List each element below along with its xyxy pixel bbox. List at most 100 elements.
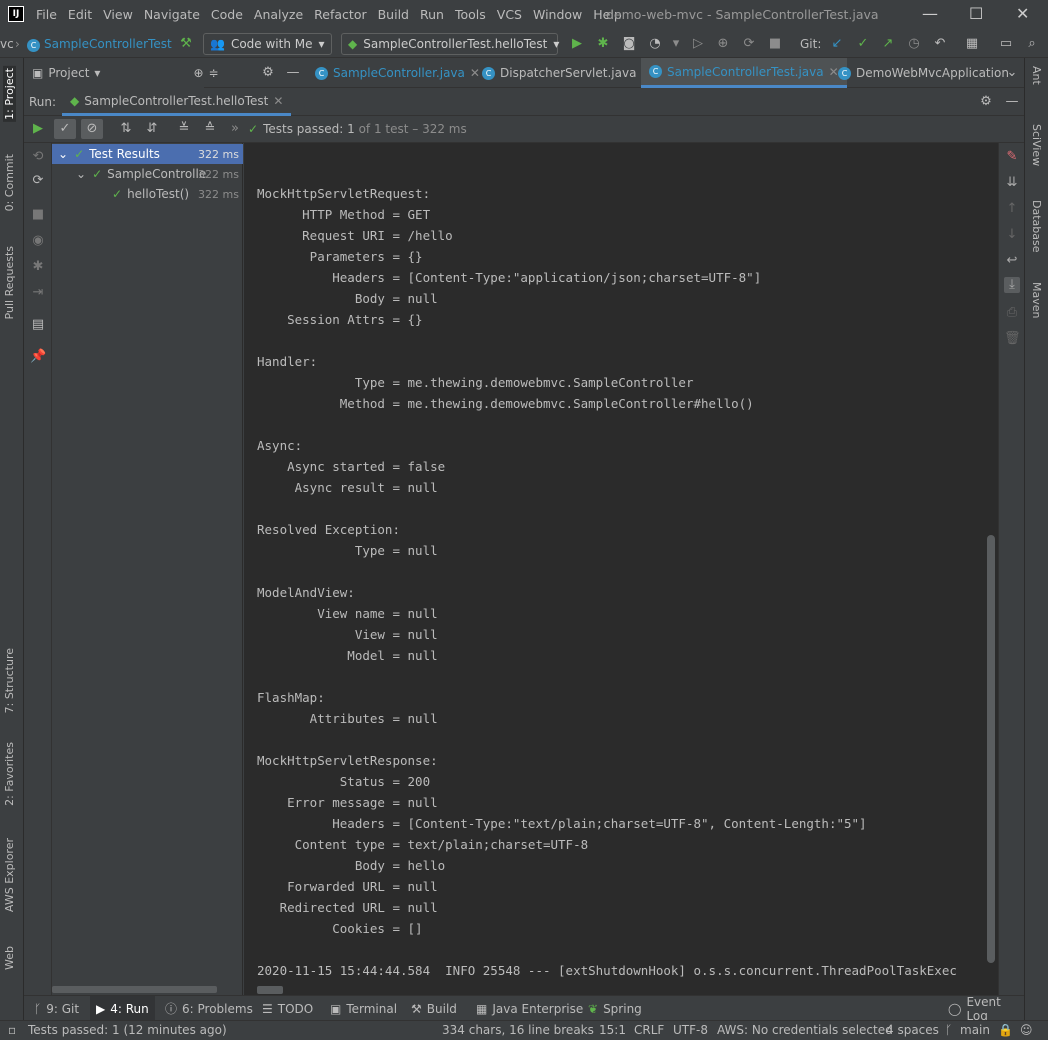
- rerun-icon[interactable]: ▶: [30, 121, 46, 137]
- chevron-down-icon[interactable]: ▾: [668, 36, 684, 52]
- menu-run[interactable]: Run: [420, 7, 444, 22]
- bottom-tab-spring[interactable]: ❦ Spring: [582, 996, 648, 1021]
- sort-alpha-icon[interactable]: ⇅: [118, 121, 134, 137]
- minimize-button[interactable]: —: [922, 4, 938, 23]
- git-update-icon[interactable]: ↙: [829, 36, 845, 52]
- menu-view[interactable]: View: [103, 7, 133, 22]
- tab-demowebmvcapplication[interactable]: C DemoWebMvcApplication: [830, 58, 1017, 88]
- scroll-down-icon[interactable]: ⇊: [1004, 175, 1020, 191]
- tool-tab-ant[interactable]: Ant: [1030, 66, 1043, 85]
- more-icon[interactable]: »: [227, 121, 243, 137]
- collapse-icon[interactable]: ≑: [209, 66, 219, 80]
- settings-gear-icon[interactable]: ⚙: [978, 94, 994, 110]
- tool-tab-aws-explorer[interactable]: AWS Explorer: [3, 838, 16, 912]
- git-commit-icon[interactable]: ✓: [855, 36, 871, 52]
- bottom-tab-problems[interactable]: ⓘ 6: Problems: [159, 996, 259, 1021]
- locate-icon[interactable]: ⊕: [193, 66, 203, 80]
- scroll-to-end-icon[interactable]: ⤓: [1004, 277, 1020, 293]
- git-history-icon[interactable]: ◷: [906, 36, 922, 52]
- tree-hscrollbar[interactable]: [52, 986, 217, 993]
- menu-refactor[interactable]: Refactor: [314, 7, 366, 22]
- toggle-auto-test-icon[interactable]: ⟳: [30, 173, 46, 189]
- tool-tab-sciview[interactable]: SciView: [1030, 124, 1043, 166]
- stop-icon[interactable]: ■: [30, 207, 46, 223]
- status-icon[interactable]: ▫: [8, 1023, 16, 1037]
- menu-code[interactable]: Code: [211, 7, 243, 22]
- rerun-failed-icon[interactable]: ⟲: [30, 149, 46, 165]
- bottom-tab-terminal[interactable]: ▣ Terminal: [324, 996, 403, 1021]
- tree-row-hellotest[interactable]: ✓ helloTest() 322 ms: [52, 184, 243, 204]
- git-push-icon[interactable]: ↗: [880, 36, 896, 52]
- status-aws[interactable]: AWS: No credentials selected: [717, 1023, 893, 1037]
- status-message[interactable]: Tests passed: 1 (12 minutes ago): [28, 1023, 227, 1037]
- print-icon[interactable]: ⎙: [1004, 305, 1020, 321]
- exit-icon[interactable]: ⇥: [30, 285, 46, 301]
- tool-tab-structure[interactable]: 7: Structure: [3, 648, 16, 713]
- collapse-all-icon[interactable]: ≙: [202, 121, 218, 137]
- menu-navigate[interactable]: Navigate: [144, 7, 200, 22]
- code-with-me-button[interactable]: 👥 Code with Me ▾: [203, 33, 332, 55]
- git-rollback-icon[interactable]: ↶: [932, 36, 948, 52]
- tabs-chevron-down-icon[interactable]: ⌄: [1004, 65, 1020, 81]
- console-vscrollbar[interactable]: [987, 535, 995, 963]
- tool-tab-web[interactable]: Web: [3, 946, 16, 970]
- soft-wrap-icon[interactable]: ↩: [1004, 253, 1020, 269]
- bottom-tab-event-log[interactable]: ◯ Event Log: [942, 995, 1024, 1023]
- up-arrow-icon[interactable]: ↑: [1004, 201, 1020, 217]
- close-window-button[interactable]: ✕: [1016, 4, 1029, 23]
- show-ignored-icon[interactable]: ⊘: [81, 119, 103, 139]
- tree-row-test-results[interactable]: ⌄ ✓ Test Results 322 ms: [52, 144, 243, 164]
- settings-gear-icon[interactable]: ⚙: [260, 65, 276, 81]
- sort-duration-icon[interactable]: ⇵: [144, 121, 160, 137]
- project-panel-header[interactable]: ▣ Project ▾ ⊕ ≑: [24, 58, 219, 88]
- presentation-icon[interactable]: ▭: [998, 36, 1014, 52]
- run-icon[interactable]: ▶: [569, 36, 585, 52]
- tool-tab-database[interactable]: Database: [1030, 200, 1043, 253]
- camera-icon[interactable]: ◉: [30, 233, 46, 249]
- menu-window[interactable]: Window: [533, 7, 582, 22]
- tool-tab-project[interactable]: 1: Project: [3, 66, 16, 122]
- tool-tab-maven[interactable]: Maven: [1030, 282, 1043, 318]
- update-icon[interactable]: ⟳: [741, 36, 757, 52]
- console-output[interactable]: MockHttpServletRequest: HTTP Method = GE…: [244, 143, 998, 995]
- console-hscrollbar[interactable]: [257, 986, 283, 994]
- debug-icon[interactable]: ✱: [595, 36, 611, 52]
- menu-vcs[interactable]: VCS: [497, 7, 522, 22]
- coverage-icon[interactable]: ◙: [621, 36, 637, 52]
- status-line-separator[interactable]: CRLF: [634, 1023, 664, 1037]
- tree-row-samplecontroller[interactable]: ⌄ ✓ SampleControlle 322 ms: [52, 164, 243, 184]
- attach-icon[interactable]: ⊕: [715, 36, 731, 52]
- show-passed-icon[interactable]: ✓: [54, 119, 76, 139]
- status-branch[interactable]: main: [960, 1023, 990, 1037]
- clear-pencil-icon[interactable]: ✎: [1004, 149, 1020, 165]
- bottom-tab-java-enterprise[interactable]: ▦ Java Enterprise: [470, 996, 589, 1021]
- bottom-tab-run[interactable]: ▶ 4: Run: [90, 996, 155, 1021]
- search-icon[interactable]: ⌕: [1024, 36, 1040, 52]
- tool-tab-favorites[interactable]: 2: Favorites: [3, 742, 16, 806]
- status-position[interactable]: 15:1: [599, 1023, 626, 1037]
- breadcrumb-class[interactable]: SampleControllerTest: [44, 37, 172, 51]
- tab-samplecontroller[interactable]: C SampleController.java ✕: [307, 58, 488, 88]
- tab-dispatcherservlet[interactable]: C DispatcherServlet.java ✕: [474, 58, 660, 88]
- status-indent[interactable]: 4 spaces: [886, 1023, 939, 1037]
- menu-file[interactable]: File: [36, 7, 57, 22]
- close-tab-icon[interactable]: ✕: [273, 94, 283, 108]
- menu-analyze[interactable]: Analyze: [254, 7, 303, 22]
- hector-icon[interactable]: ☺: [1020, 1023, 1033, 1037]
- tab-samplecontrollertest[interactable]: C SampleControllerTest.java ✕: [641, 58, 847, 88]
- build-hammer-icon[interactable]: ⚒: [178, 36, 194, 52]
- hide-icon[interactable]: —: [1004, 94, 1020, 110]
- bottom-tab-build[interactable]: ⚒ Build: [405, 996, 463, 1021]
- resume-icon[interactable]: ▷: [690, 36, 706, 52]
- run-tab[interactable]: ◆ SampleControllerTest.helloTest ✕: [62, 88, 292, 116]
- status-encoding[interactable]: UTF-8: [673, 1023, 708, 1037]
- bottom-tab-git[interactable]: ᚴ 9: Git: [28, 996, 85, 1021]
- trash-icon[interactable]: 🗑: [1004, 331, 1021, 347]
- tool-tab-pull-requests[interactable]: Pull Requests: [3, 246, 16, 319]
- lock-icon[interactable]: 🔒: [998, 1023, 1013, 1037]
- tool-tab-commit[interactable]: 0: Commit: [3, 154, 16, 211]
- project-structure-icon[interactable]: ▦: [964, 36, 980, 52]
- breadcrumb-module[interactable]: vc: [0, 37, 14, 51]
- bottom-tab-todo[interactable]: ☰ TODO: [256, 996, 319, 1021]
- down-arrow-icon[interactable]: ↓: [1004, 227, 1020, 243]
